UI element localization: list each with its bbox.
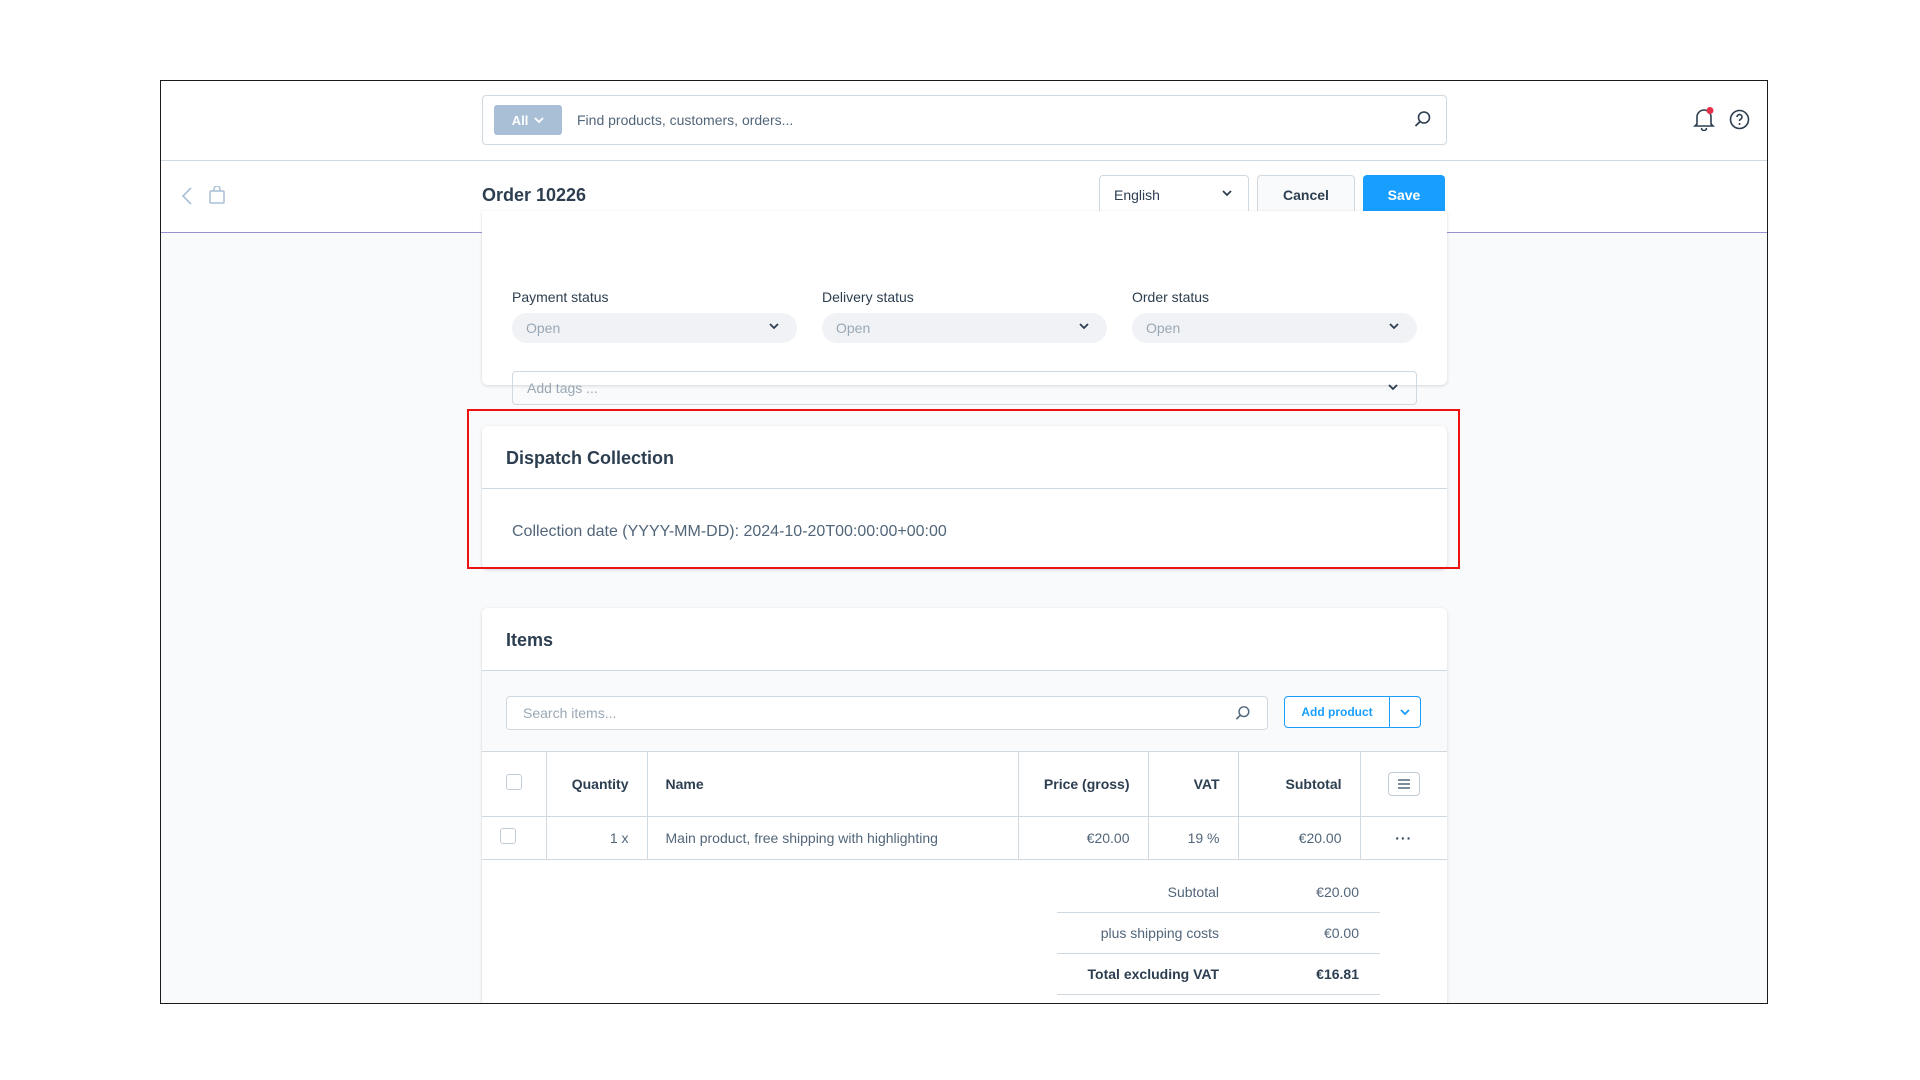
language-value: English (1114, 187, 1160, 203)
summary-value: €0.00 (1323, 925, 1359, 941)
help-icon[interactable] (1729, 109, 1750, 130)
cancel-button[interactable]: Cancel (1257, 175, 1355, 215)
summary-label: plus shipping costs (1100, 925, 1219, 941)
search-icon[interactable] (1235, 705, 1251, 721)
payment-status-select[interactable]: Open (512, 313, 797, 343)
global-search-input[interactable] (577, 96, 1357, 144)
shopping-bag-icon (209, 186, 225, 204)
subtotal-cell: €20.00 (1238, 816, 1361, 860)
column-settings-cell (1360, 752, 1447, 817)
global-search: All (482, 95, 1447, 145)
summary-row-shipping: plus shipping costs €0.00 (1057, 913, 1380, 954)
row-actions-cell: ··· (1360, 816, 1447, 860)
items-table: Quantity Name Price (gross) VAT Subtotal… (482, 752, 1447, 860)
items-title: Items (506, 630, 554, 650)
items-toolbar: Add product (482, 670, 1447, 752)
add-product-button[interactable]: Add product (1285, 697, 1390, 727)
row-select-cell (482, 816, 547, 860)
chevron-down-icon (1389, 323, 1399, 330)
items-search-input[interactable] (507, 697, 1207, 729)
summary-label: Subtotal (1167, 884, 1219, 900)
items-card: Items Add product Quantity Name Price (g… (482, 608, 1447, 1003)
more-actions-icon[interactable]: ··· (1395, 830, 1412, 846)
summary-row-total-excl-vat: Total excluding VAT €16.81 (1057, 954, 1380, 995)
order-summary: Subtotal €20.00 plus shipping costs €0.0… (1057, 872, 1380, 995)
order-status-label: Order status (1132, 289, 1210, 305)
delivery-status-select[interactable]: Open (822, 313, 1107, 343)
column-settings-button[interactable] (1387, 771, 1420, 796)
price-cell: €20.00 (1018, 816, 1149, 860)
column-price[interactable]: Price (gross) (1018, 752, 1149, 817)
list-icon (1397, 779, 1410, 789)
items-search (506, 696, 1268, 730)
add-product-options-button[interactable] (1390, 697, 1420, 727)
payment-status-group: Payment status Open (512, 289, 797, 343)
delivery-status-group: Delivery status Open (822, 289, 1107, 343)
order-status-group: Order status Open (1132, 289, 1417, 343)
search-type-label: All (511, 112, 529, 128)
table-row[interactable]: 1 x Main product, free shipping with hig… (482, 816, 1447, 860)
summary-row-subtotal: Subtotal €20.00 (1057, 872, 1380, 913)
summary-value: €16.81 (1316, 966, 1359, 982)
tags-placeholder: Add tags ... (527, 380, 598, 396)
summary-label: Total excluding VAT (1087, 966, 1219, 982)
delivery-status-label: Delivery status (822, 289, 914, 305)
language-select[interactable]: English (1099, 175, 1249, 215)
add-product-split-button: Add product (1284, 696, 1421, 728)
name-cell: Main product, free shipping with highlig… (647, 816, 1019, 860)
app-window: All Order 10226 English Cancel Save Paym… (160, 80, 1768, 1004)
order-status-select[interactable]: Open (1132, 313, 1417, 343)
page-title: Order 10226 (482, 185, 587, 205)
search-icon[interactable] (1414, 110, 1432, 128)
top-bar: All (161, 81, 1767, 161)
save-button[interactable]: Save (1363, 175, 1445, 215)
row-checkbox[interactable] (500, 828, 516, 844)
notification-bell-icon[interactable] (1693, 107, 1715, 131)
summary-value: €20.00 (1316, 884, 1359, 900)
column-subtotal[interactable]: Subtotal (1238, 752, 1361, 817)
chevron-down-icon (1388, 384, 1398, 391)
chevron-down-icon (1079, 323, 1089, 330)
chevron-down-icon (769, 323, 779, 330)
delivery-status-value: Open (836, 320, 871, 336)
search-type-dropdown[interactable]: All (494, 105, 562, 135)
table-header-row: Quantity Name Price (gross) VAT Subtotal (482, 752, 1447, 817)
chevron-down-icon (534, 116, 544, 123)
quantity-cell: 1 x (546, 816, 648, 860)
select-all-checkbox[interactable] (505, 774, 522, 791)
chevron-down-icon (1400, 708, 1410, 715)
column-quantity[interactable]: Quantity (546, 752, 648, 817)
select-all-cell (482, 752, 547, 817)
tags-field[interactable]: Add tags ... (512, 371, 1417, 405)
order-status-card: Payment status Open Delivery status Open… (482, 211, 1447, 405)
column-vat[interactable]: VAT (1148, 752, 1239, 817)
chevron-down-icon (1222, 190, 1232, 197)
payment-status-value: Open (526, 320, 561, 336)
back-arrow-icon[interactable] (181, 187, 193, 205)
vat-cell: 19 % (1148, 816, 1239, 860)
column-name[interactable]: Name (647, 752, 1019, 817)
payment-status-label: Payment status (512, 289, 609, 305)
order-status-value: Open (1146, 320, 1181, 336)
highlight-box (467, 409, 1460, 569)
